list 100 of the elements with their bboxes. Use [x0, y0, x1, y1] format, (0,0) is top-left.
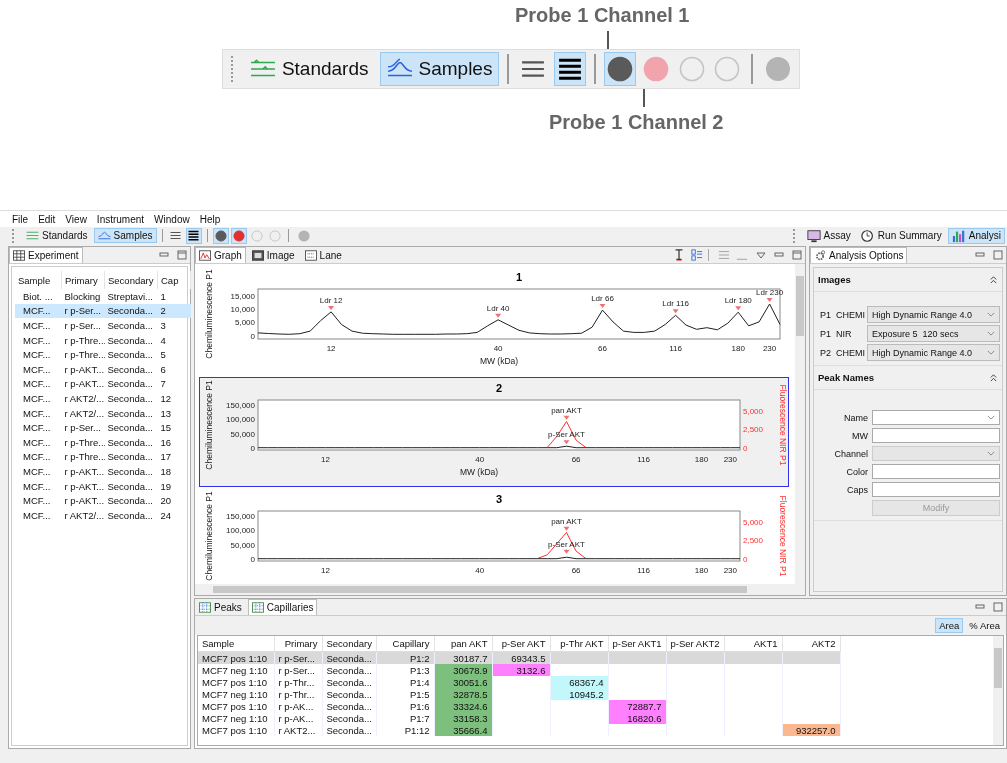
input-field[interactable]	[872, 464, 1000, 479]
table-cell-text: 7	[159, 377, 167, 392]
toolbar-button[interactable]: Standards	[242, 52, 376, 86]
table-cell: Seconda...	[104, 361, 158, 377]
panel-tab[interactable]: Graph	[195, 247, 246, 263]
view-button[interactable]	[185, 227, 202, 244]
table-row[interactable]: MCF... r p-Thre...Seconda... 16	[15, 434, 191, 450]
scrollbar[interactable]	[993, 636, 1003, 745]
table-row[interactable]: MCF7 pos 1:10 r AKT2... Seconda... P1:12 35666.4 932257.0	[198, 724, 840, 736]
table-row[interactable]: MCF... r p-AKT... Seconda... 19	[15, 478, 191, 494]
panel-tab[interactable]: Analysis Options	[810, 247, 908, 263]
table-row[interactable]: Biot. ... Blocking Streptavi... 1	[15, 289, 191, 304]
column-header[interactable]: pan AKT	[434, 636, 492, 652]
maximize-icon[interactable]	[993, 602, 1003, 612]
column-header[interactable]: Secondary	[104, 271, 158, 289]
dropdown[interactable]: High Dynamic Range 4.0	[867, 344, 1000, 361]
table-row[interactable]: MCF7 pos 1:10 r p-Ser... Seconda... P1:2 30187.7 69343.5	[198, 651, 840, 664]
column-header[interactable]: p-Ser AKT1	[608, 636, 666, 652]
toolbar-button[interactable]: Standards	[22, 228, 92, 243]
input-field[interactable]	[872, 482, 1000, 497]
menu-item[interactable]: Instrument	[96, 214, 145, 225]
column-header[interactable]: Sample	[15, 271, 62, 289]
menu-item[interactable]: File	[12, 214, 29, 225]
dropdown-icon[interactable]	[756, 250, 766, 260]
table-row[interactable]: MCF... r AKT2/... Seconda... 13	[15, 405, 191, 421]
column-header[interactable]: Primary	[274, 636, 322, 652]
menu-item[interactable]: Window	[154, 214, 190, 225]
column-header[interactable]: Capillary	[376, 636, 434, 652]
view-button[interactable]	[553, 52, 586, 86]
dropdown[interactable]: High Dynamic Range 4.0	[867, 306, 1000, 323]
maximize-icon[interactable]	[177, 250, 187, 260]
menu-item[interactable]: View	[65, 214, 87, 225]
table-row[interactable]: MCF7 pos 1:10 r p-Thr... Seconda... P1:4 30051.6 68367.4	[198, 676, 840, 688]
column-header[interactable]: Cap	[157, 271, 191, 289]
table-row[interactable]: MCF7 neg 1:10 r p-Thr... Seconda... P1:5 32878.5 10945.2	[198, 688, 840, 700]
column-header[interactable]: Sample	[198, 636, 274, 652]
minimize-icon[interactable]	[975, 602, 985, 612]
column-header[interactable]: p-Ser AKT	[492, 636, 550, 652]
panel-tab[interactable]: Lane	[300, 247, 346, 263]
menu-item[interactable]: Help	[199, 214, 221, 225]
table-row[interactable]: MCF... r AKT2/... Seconda... 24	[15, 507, 191, 523]
mode-button[interactable]: % Area	[965, 618, 1004, 633]
input-field[interactable]	[872, 428, 1000, 443]
lines-icon[interactable]	[718, 249, 730, 261]
chart-panel[interactable]: 1 Chemiluminescence P1 0 5,000 10,000 15,000 12 40 66 116 180 230 MW (kDa) Ldr 12 Ldr 40 Ldr 66 Ldr 116 Ldr 180 Ldr 230	[199, 266, 789, 376]
collapse-icon[interactable]	[989, 275, 998, 284]
circle-icon[interactable]	[765, 56, 792, 82]
table-row[interactable]: MCF... r AKT2/... Seconda... 12	[15, 391, 191, 406]
table-row[interactable]: MCF... r p-Ser... Seconda... 15	[15, 420, 191, 435]
minimize-icon[interactable]	[975, 250, 985, 260]
legend-icon[interactable]	[691, 249, 703, 261]
column-header[interactable]: p-Thr AKT	[550, 636, 608, 652]
table-cell-text: 24	[159, 508, 173, 523]
menu-item[interactable]: Edit	[38, 214, 56, 225]
column-header[interactable]: p-Ser AKT2	[666, 636, 724, 652]
minimize-icon[interactable]	[774, 250, 784, 260]
column-header[interactable]: Primary	[61, 271, 105, 289]
panel-tab[interactable]: Capillaries	[247, 599, 318, 615]
table-row[interactable]: MCF... r p-Thre...Seconda... 4	[15, 332, 191, 348]
perspective-button[interactable]: Assay	[802, 227, 855, 244]
scrollbar[interactable]	[795, 264, 805, 584]
table-row[interactable]: MCF... r p-Ser... Seconda... 3	[15, 318, 191, 333]
panel-tab[interactable]: Peaks	[195, 599, 246, 615]
tick-label: 0	[250, 555, 255, 565]
minimize-icon[interactable]	[159, 250, 169, 260]
table-cell: Seconda...	[322, 724, 376, 736]
dropdown[interactable]: Exposure 5 120 secs	[867, 325, 1000, 342]
toolbar-button[interactable]: Samples	[379, 52, 500, 86]
table-row[interactable]: MCF... r p-AKT... Seconda... 7	[15, 376, 191, 392]
table-cell: MCF7 pos 1:10	[198, 724, 274, 736]
table-row[interactable]: MCF... r p-AKT... Seconda... 20	[15, 493, 191, 508]
perspective-button[interactable]: Run Summary	[856, 227, 946, 244]
mode-button[interactable]: Area	[935, 618, 964, 633]
toolbar-button[interactable]: Samples	[93, 228, 157, 243]
panel-tab[interactable]: Experiment	[9, 247, 83, 263]
table-row[interactable]: MCF... r p-Ser... Seconda... 2	[15, 303, 191, 319]
tick-label: 40	[475, 566, 485, 575]
section-header[interactable]: Images	[814, 268, 1002, 292]
maximize-icon[interactable]	[792, 250, 802, 260]
table-row[interactable]: MCF7 neg 1:10 r p-AK... Seconda... P1:7 33158.3 16820.6	[198, 712, 840, 724]
column-header[interactable]: AKT1	[724, 636, 782, 652]
table-row[interactable]: MCF7 pos 1:10 r p-AK... Seconda... P1:6 33324.6 72887.7	[198, 700, 840, 712]
column-header[interactable]: AKT2	[782, 636, 840, 652]
scrollbar[interactable]	[195, 584, 805, 595]
table-row[interactable]: MCF... r p-AKT... Seconda... 6	[15, 361, 191, 377]
table-cell: Seconda...	[104, 493, 158, 508]
perspective-button[interactable]: Analysi	[947, 227, 1005, 244]
table-row[interactable]: MCF7 neg 1:10 r p-Ser... Seconda... P1:3 30678.9 3132.6	[198, 664, 840, 676]
table-row[interactable]: MCF... r p-Thre...Seconda... 17	[15, 449, 191, 465]
table-cell: Seconda...	[104, 332, 158, 348]
table-row[interactable]: MCF... r p-AKT... Seconda... 18	[15, 464, 191, 479]
tick-label: 180	[694, 566, 709, 575]
table-row[interactable]: MCF... r p-Thre...Seconda... 5	[15, 347, 191, 362]
dropdown[interactable]	[872, 410, 1000, 425]
column-header[interactable]: Secondary	[322, 636, 376, 652]
panel-tab[interactable]: Image	[247, 247, 299, 263]
section-header[interactable]: Peak Names	[814, 366, 1002, 390]
collapse-icon[interactable]	[989, 373, 998, 382]
circle-icon[interactable]	[297, 229, 310, 242]
maximize-icon[interactable]	[993, 250, 1003, 260]
